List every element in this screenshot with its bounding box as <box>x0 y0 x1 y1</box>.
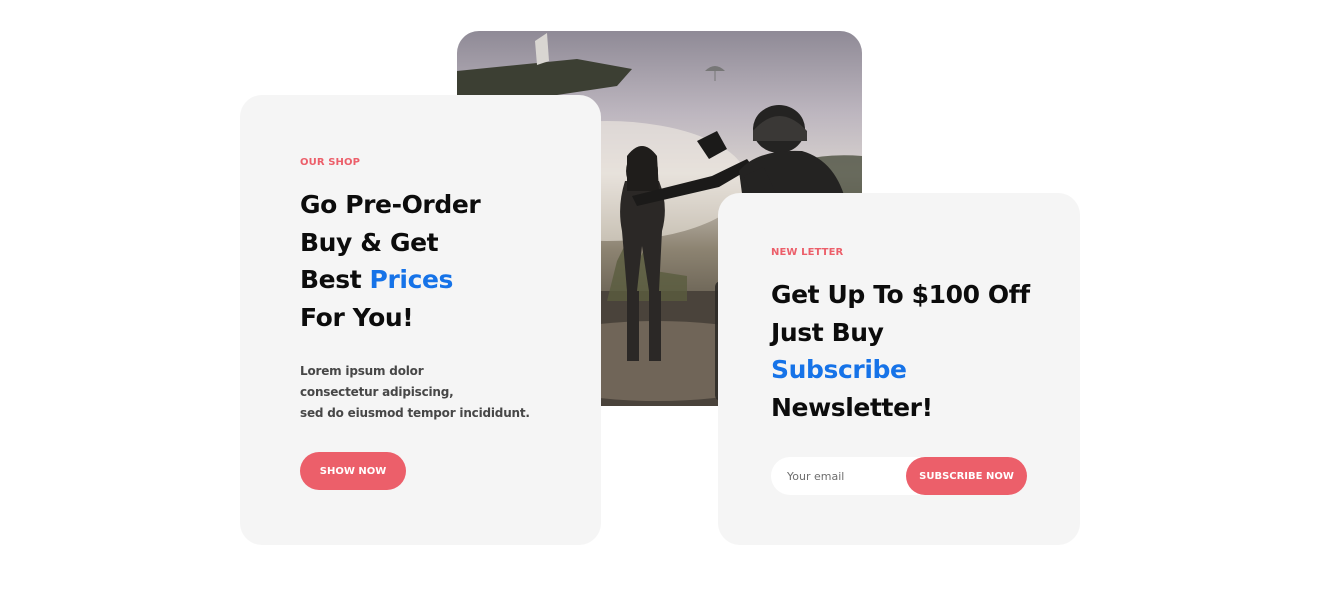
shop-description-line-3: sed do eiusmod tempor incididunt. <box>300 406 530 420</box>
show-now-button[interactable]: SHOW NOW <box>300 452 406 490</box>
newsletter-heading-line-4: Newsletter! <box>771 392 933 422</box>
shop-heading-line-1: Go Pre-Order <box>300 190 481 219</box>
newsletter-eyebrow: NEW LETTER <box>771 247 844 258</box>
shop-description-line-1: Lorem ipsum dolor <box>300 364 424 378</box>
shop-eyebrow: OUR SHOP <box>300 157 361 168</box>
email-input[interactable] <box>771 457 911 495</box>
shop-heading-line-4: For You! <box>300 302 414 332</box>
newsletter-heading-accent: Subscribe <box>771 355 907 384</box>
shop-heading-line-3: Best Prices <box>300 261 480 299</box>
subscribe-form: SUBSCRIBE NOW <box>771 457 1027 495</box>
newsletter-heading-line-1: Get Up To $100 Off <box>771 280 1030 309</box>
shop-description: Lorem ipsum dolor consectetur adipiscing… <box>300 361 530 424</box>
shop-heading-line-2: Buy & Get <box>300 227 439 257</box>
shop-description-line-2: consectetur adipiscing, <box>300 385 454 399</box>
shop-heading-plain: Best <box>300 265 370 294</box>
shop-heading-accent: Prices <box>369 265 454 294</box>
page: OUR SHOP Go Pre-Order Buy & Get Best Pri… <box>0 0 1327 605</box>
shop-card: OUR SHOP Go Pre-Order Buy & Get Best Pri… <box>240 95 601 545</box>
shop-heading: Go Pre-Order Buy & Get Best Prices For Y… <box>300 186 481 336</box>
newsletter-card: NEW LETTER Get Up To $100 Off Just Buy S… <box>718 193 1080 545</box>
newsletter-heading-line-2: Just Buy <box>771 317 884 347</box>
newsletter-heading: Get Up To $100 Off Just Buy Subscribe Ne… <box>771 276 1030 426</box>
subscribe-now-button[interactable]: SUBSCRIBE NOW <box>906 457 1027 495</box>
